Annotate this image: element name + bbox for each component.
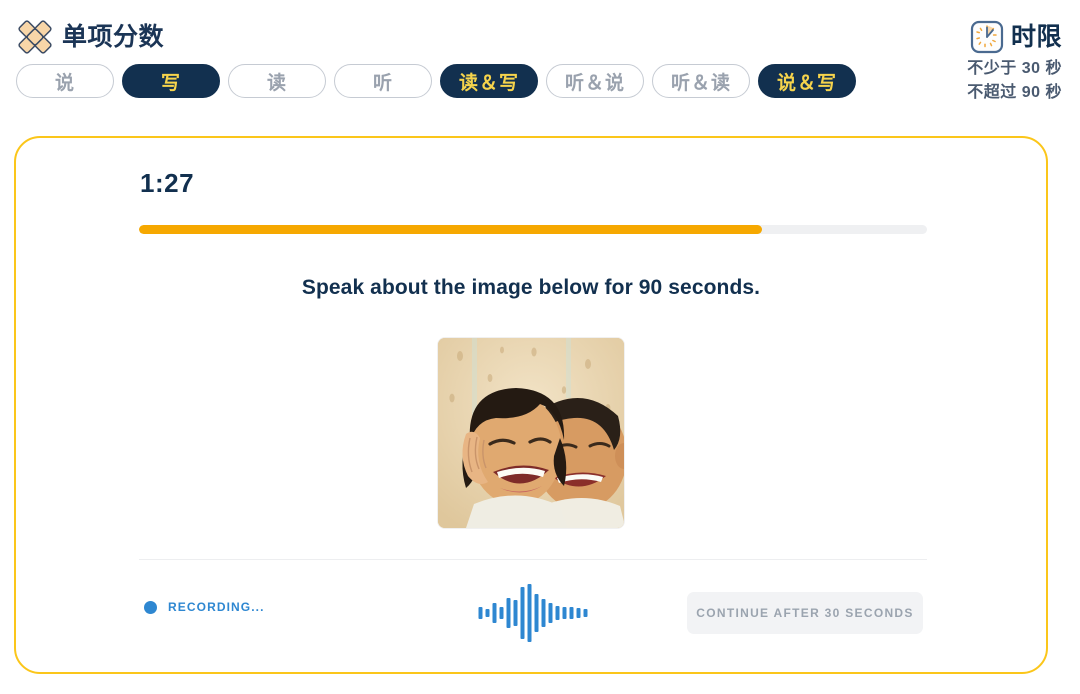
card-footer: RECORDING... CONTINUE AFTER 30 SECONDS: [139, 578, 927, 648]
tab-du-xie[interactable]: 读＆写: [440, 64, 538, 98]
tab-label: 听＆说: [564, 72, 625, 94]
brand: 单项分数: [16, 18, 164, 56]
record-dot-icon: [144, 600, 157, 614]
tab-shuo[interactable]: 说: [16, 64, 114, 98]
tab-label: 说＆写: [776, 72, 837, 94]
tab-label: 读: [266, 72, 287, 94]
tab-ting-du[interactable]: 听＆读: [652, 64, 750, 98]
category-tabs: 说 写 读 听 读＆写 听＆说 听＆读 说＆写: [16, 64, 856, 98]
waveform-bar: [492, 603, 497, 623]
waveform-bar: [562, 607, 567, 619]
tab-ting-shuo[interactable]: 听＆说: [546, 64, 644, 98]
footer-divider: [139, 559, 927, 560]
tab-xie[interactable]: 写: [122, 64, 220, 98]
progress-bar-fill: [139, 225, 762, 234]
tab-ting[interactable]: 听: [334, 64, 432, 98]
waveform-bar: [520, 587, 525, 639]
tab-label: 听＆读: [670, 72, 731, 94]
waveform-bar: [541, 599, 546, 627]
page-title: 单项分数: [62, 22, 165, 51]
time-limit-block: 时限 不少于 30 秒 不超过 90 秒: [967, 20, 1062, 103]
tab-label: 听: [372, 72, 393, 94]
waveform-bar: [506, 598, 511, 628]
task-image: [438, 338, 624, 528]
app-header: 单项分数 说 写 读 听 读＆写 听＆说 听＆读 说＆写 时限 不少于 30 秒…: [0, 0, 1080, 118]
diamond-lattice-logo-icon: [16, 18, 54, 56]
progress-bar: [139, 225, 927, 234]
audio-waveform: [478, 578, 588, 648]
waveform-bar: [569, 607, 574, 619]
tab-label: 写: [160, 72, 181, 94]
waveform-bar: [555, 606, 560, 620]
tab-label: 说: [54, 72, 75, 94]
clock-icon: [970, 20, 1004, 54]
waveform-bar: [499, 607, 504, 619]
waveform-bar: [527, 584, 532, 642]
continue-button[interactable]: CONTINUE AFTER 30 SECONDS: [687, 592, 923, 634]
waveform-bar: [485, 609, 490, 617]
task-card: 1:27 Speak about the image below for 90 …: [14, 136, 1048, 674]
prompt-text: Speak about the image below for 90 secon…: [301, 276, 761, 299]
waveform-bar: [548, 603, 553, 623]
time-limit-title: 时限: [1010, 22, 1062, 51]
waveform-bar: [576, 608, 581, 618]
recording-label: RECORDING...: [168, 600, 265, 614]
tab-du[interactable]: 读: [228, 64, 326, 98]
waveform-bar: [478, 607, 483, 619]
tab-label: 读＆写: [458, 72, 519, 94]
countdown-timer: 1:27: [140, 168, 195, 198]
recording-status: RECORDING...: [144, 600, 265, 614]
waveform-bar: [583, 609, 588, 617]
time-limit-heading: 时限: [967, 20, 1062, 54]
waveform-bar: [534, 594, 539, 632]
tab-shuo-xie[interactable]: 说＆写: [758, 64, 856, 98]
time-limit-max: 不超过 90 秒: [967, 84, 1062, 102]
time-limit-min: 不少于 30 秒: [967, 60, 1062, 77]
waveform-bar: [513, 600, 518, 626]
